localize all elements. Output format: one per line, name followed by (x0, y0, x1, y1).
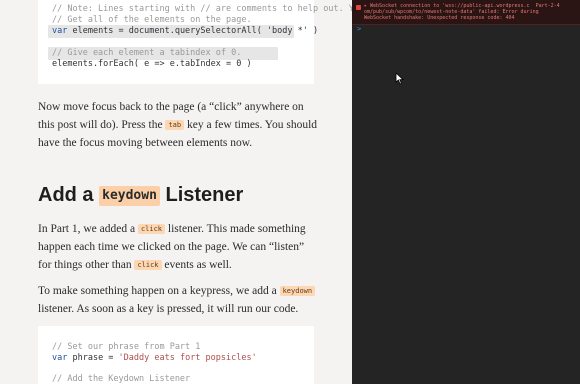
paragraph-text: events as well. (161, 259, 232, 271)
paragraph-text: To make something happen on a keypress, … (38, 285, 280, 297)
section-heading: Add a keydown Listener (38, 180, 243, 210)
heading-text: Listener (159, 184, 244, 206)
blog-post: // Note: Lines starting with // are comm… (0, 0, 352, 384)
paragraph-text: listener. As soon as a key is pressed, i… (38, 303, 299, 315)
code-comment: // Give each element a tabindex of 0. (52, 48, 242, 58)
code-comment: // Note: Lines starting with // are comm… (52, 4, 352, 14)
code-block-keydown: // Set our phrase from Part 1 var phrase… (38, 326, 314, 384)
inline-code-keydown: keydown (279, 286, 316, 296)
paragraph-text: In Part 1, we added a (38, 223, 138, 235)
paragraph-focus: Now move focus back to the page (a “clic… (38, 98, 318, 152)
error-text: ▸ WebSocket connection to 'wss://public-… (364, 3, 576, 21)
code-line: elements.forEach( e => e.tabIndex = 0 ) (52, 59, 252, 69)
devtools-console[interactable]: ▸ WebSocket connection to 'wss://public-… (352, 0, 580, 384)
error-icon (356, 5, 361, 10)
heading-inline-code: keydown (99, 186, 160, 206)
paragraph-keydown: To make something happen on a keypress, … (38, 282, 318, 318)
console-prompt[interactable]: > (357, 25, 361, 33)
inline-code-click: click (134, 260, 162, 270)
code-text: elements = document.querySelectorAll( 'b… (67, 26, 319, 36)
code-keyword: var (52, 353, 68, 363)
code-comment: // Add the Keydown Listener (52, 374, 191, 384)
error-line: WebSocket handshake: Unexpected response… (364, 15, 515, 21)
code-comment: // Set our phrase from Part 1 (52, 342, 201, 352)
code-block-tabindex: // Note: Lines starting with // are comm… (38, 0, 352, 84)
code-string: 'Daddy eats fort popsicles' (118, 353, 257, 363)
paragraph-click: In Part 1, we added a click listener. Th… (38, 220, 318, 274)
code-line: var elements = document.querySelectorAll… (52, 26, 318, 37)
inline-code-tab: tab (165, 120, 185, 130)
mouse-cursor-icon (395, 73, 405, 85)
inline-code-click: click (137, 224, 166, 234)
console-error-message[interactable]: ▸ WebSocket connection to 'wss://public-… (352, 0, 580, 25)
code-text: phrase = (67, 353, 119, 363)
code-keyword: var (52, 26, 68, 36)
heading-text: Add a (38, 184, 100, 206)
code-line: var phrase = 'Daddy eats fort popsicles' (52, 353, 257, 364)
